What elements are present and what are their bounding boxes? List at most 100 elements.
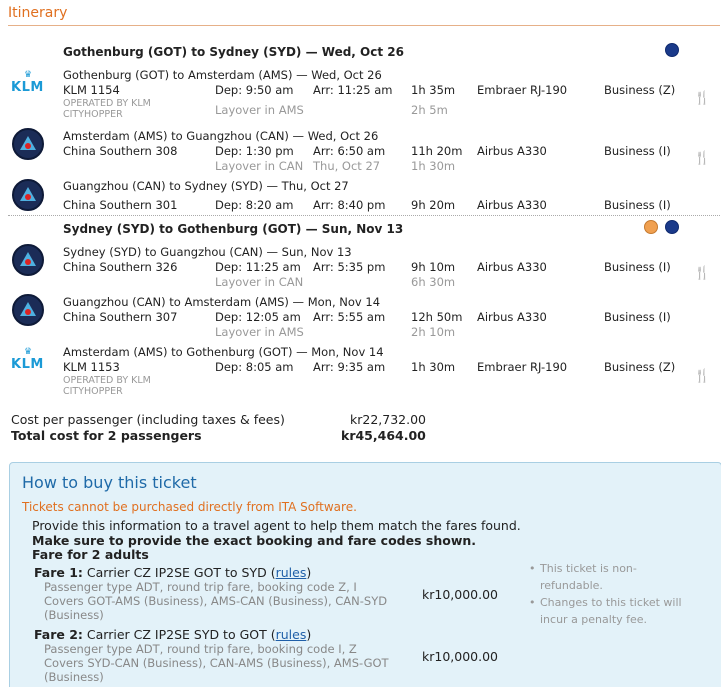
note-1-line-2: refundable. [540, 579, 603, 592]
flight-departure: Dep: 12:05 am [215, 310, 301, 324]
day-sun-icon [644, 220, 658, 234]
meal-icon: 🍴 [694, 151, 711, 166]
fare-2-label: Fare 2: [34, 627, 83, 642]
flight-route: Guangzhou (CAN) to Amsterdam (AMS) — Mon… [63, 295, 381, 309]
china-southern-logo [12, 294, 44, 326]
cost-per-passenger-value: kr22,732.00 [350, 412, 426, 427]
china-southern-logo [12, 179, 44, 211]
flight-cabin: Business (I) [604, 198, 671, 212]
fare-2-close: ) [306, 627, 312, 642]
klm-crown-icon: ♛ [23, 347, 33, 357]
fare-2-detail-1: Passenger type ADT, round trip fare, boo… [44, 642, 357, 656]
flight-carrier: China Southern 307 [63, 310, 178, 324]
klm-logo: KLM [11, 80, 44, 95]
meal-icon: 🍴 [694, 369, 711, 384]
note-1-line-1: This ticket is non- [540, 562, 637, 575]
flight-duration: 11h 20m [411, 144, 463, 158]
flight-route: Amsterdam (AMS) to Guangzhou (CAN) — Wed… [63, 129, 379, 143]
china-southern-logo [12, 128, 44, 160]
how-to-buy-title: How to buy this ticket [22, 473, 197, 492]
flight-aircraft: Airbus A330 [477, 310, 547, 324]
fare-2-text: Carrier CZ IP2SE SYD to GOT ( [86, 627, 276, 642]
flight-cabin: Business (Z) [604, 83, 676, 97]
flight-carrier: China Southern 301 [63, 198, 178, 212]
instruction-line-1: Provide this information to a travel age… [32, 518, 521, 533]
layover-location: Layover in AMS [215, 103, 304, 117]
flight-duration: 1h 35m [411, 83, 456, 97]
flight-carrier: China Southern 326 [63, 260, 178, 274]
night-moon-icon [665, 43, 679, 57]
slice-2-header: Sydney (SYD) to Gothenburg (GOT) — Sun, … [63, 222, 404, 236]
flight-route: Amsterdam (AMS) to Gothenburg (GOT) — Mo… [63, 345, 384, 359]
layover-duration: 6h 30m [411, 275, 456, 289]
fare-2-rules-link[interactable]: rules [276, 627, 307, 642]
flight-departure: Dep: 1:30 pm [215, 144, 294, 158]
instruction-line-2: Make sure to provide the exact booking a… [32, 533, 477, 548]
china-southern-icon [20, 187, 36, 201]
night-moon-icon [665, 220, 679, 234]
fare-2-detail-2: Covers SYD-CAN (Business), CAN-AMS (Busi… [44, 656, 389, 670]
layover-location: Layover in CAN [215, 159, 304, 173]
flight-duration: 1h 30m [411, 360, 456, 374]
flight-aircraft: Embraer RJ-190 [477, 360, 568, 374]
fare-2-detail-3: (Business) [44, 670, 104, 684]
flight-arrival: Arr: 9:35 am [313, 360, 386, 374]
note-bullet-1: • [529, 562, 536, 575]
flight-departure: Dep: 9:50 am [215, 83, 294, 97]
fare-1-price: kr10,000.00 [422, 587, 498, 602]
layover-location: Layover in CAN [215, 275, 304, 289]
how-to-buy-panel: How to buy this ticket Tickets cannot be… [9, 462, 721, 687]
fare-1-detail-2: Covers GOT-AMS (Business), AMS-CAN (Busi… [44, 594, 388, 608]
flight-carrier: KLM 1153 [63, 360, 120, 374]
total-cost-label: Total cost for 2 passengers [11, 428, 202, 443]
layover-location: Layover in AMS [215, 325, 304, 339]
fare-2-price: kr10,000.00 [422, 649, 498, 664]
fare-1-detail-1: Passenger type ADT, round trip fare, boo… [44, 580, 357, 594]
note-2-line-2: incur a penalty fee. [540, 613, 648, 626]
layover-duration: 1h 30m [411, 159, 456, 173]
flight-aircraft: Airbus A330 [477, 198, 547, 212]
fare-1-detail-3: (Business) [44, 608, 104, 622]
flight-cabin: Business (I) [604, 260, 671, 274]
flight-arrival: Arr: 5:55 am [313, 310, 386, 324]
fare-2-header: Fare 2: Carrier CZ IP2SE SYD to GOT (rul… [34, 627, 311, 642]
flight-arrival: Arr: 5:35 pm [313, 260, 386, 274]
klm-logo: KLM [11, 357, 44, 372]
flight-route: Sydney (SYD) to Guangzhou (CAN) — Sun, N… [63, 245, 352, 259]
flight-duration: 9h 10m [411, 260, 456, 274]
fare-1-text: Carrier CZ IP2SE GOT to SYD ( [86, 565, 276, 580]
flight-departure: Dep: 11:25 am [215, 260, 301, 274]
meal-icon: 🍴 [694, 266, 711, 281]
flight-cabin: Business (I) [604, 310, 671, 324]
slice-divider [8, 215, 720, 216]
flight-departure: Dep: 8:05 am [215, 360, 294, 374]
fare-1-label: Fare 1: [34, 565, 83, 580]
layover-duration: 2h 5m [411, 103, 448, 117]
flight-arrival: Arr: 6:50 am [313, 144, 386, 158]
total-cost-value: kr45,464.00 [341, 428, 426, 443]
operated-by: OPERATED BY KLM CITYHOPPER [63, 98, 151, 120]
flight-route: Guangzhou (CAN) to Sydney (SYD) — Thu, O… [63, 179, 349, 193]
flight-aircraft: Airbus A330 [477, 260, 547, 274]
fare-1-header: Fare 1: Carrier CZ IP2SE GOT to SYD (rul… [34, 565, 311, 580]
flight-arrival: Arr: 8:40 pm [313, 198, 386, 212]
meal-icon: 🍴 [694, 91, 711, 106]
fare-1-rules-link[interactable]: rules [276, 565, 307, 580]
title-divider [8, 25, 720, 26]
china-southern-logo [12, 244, 44, 276]
layover-duration: 2h 10m [411, 325, 456, 339]
fare-1-close: ) [306, 565, 312, 580]
klm-crown-icon: ♛ [23, 70, 33, 80]
flight-arrival: Arr: 11:25 am [313, 83, 393, 97]
china-southern-icon [20, 302, 36, 316]
slice-1-header: Gothenburg (GOT) to Sydney (SYD) — Wed, … [63, 45, 404, 59]
flight-carrier: China Southern 308 [63, 144, 178, 158]
flight-duration: 9h 20m [411, 198, 456, 212]
itinerary-title: Itinerary [8, 5, 68, 21]
flight-route: Gothenburg (GOT) to Amsterdam (AMS) — We… [63, 68, 382, 82]
fare-for-adults: Fare for 2 adults [32, 547, 149, 562]
flight-aircraft: Embraer RJ-190 [477, 83, 568, 97]
cost-per-passenger-label: Cost per passenger (including taxes & fe… [11, 412, 285, 427]
flight-carrier: KLM 1154 [63, 83, 120, 97]
note-2-line-1: Changes to this ticket will [540, 596, 682, 609]
